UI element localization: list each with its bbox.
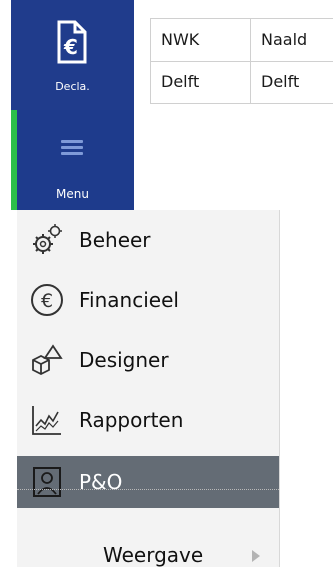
menu-separator bbox=[17, 489, 279, 490]
menu-item-label: Financieel bbox=[79, 288, 179, 312]
menu-item-rapporten[interactable]: Rapporten bbox=[17, 394, 279, 446]
table-row[interactable]: NWK Naald bbox=[150, 19, 333, 62]
nav-decla-label: Decla. bbox=[55, 80, 90, 93]
table-cell-code: NWK bbox=[150, 19, 251, 61]
table-cell-code: Delft bbox=[150, 61, 251, 103]
svg-text:€: € bbox=[63, 35, 78, 59]
main-menu-dropdown: Beheer € Financieel Designer Rapporten P bbox=[17, 210, 280, 567]
table-cell-name: Naald bbox=[261, 30, 308, 49]
gears-icon bbox=[33, 224, 62, 254]
menu-item-designer[interactable]: Designer bbox=[17, 334, 279, 386]
chevron-right-icon bbox=[252, 550, 260, 562]
menu-item-label: Beheer bbox=[79, 228, 151, 252]
svg-text:€: € bbox=[41, 290, 53, 312]
nav-decla-tile: € Decla. bbox=[11, 0, 134, 110]
nav-menu-label: Menu bbox=[56, 187, 89, 201]
shapes-icon bbox=[32, 344, 63, 376]
table-cell-name: Delft bbox=[261, 72, 300, 91]
menu-item-label: Rapporten bbox=[79, 408, 184, 432]
hamburger-icon bbox=[61, 140, 83, 156]
table-row[interactable]: Delft Delft bbox=[150, 61, 333, 104]
menu-item-financieel[interactable]: € Financieel bbox=[17, 274, 279, 326]
person-icon bbox=[33, 467, 61, 497]
menu-item-beheer[interactable]: Beheer bbox=[17, 214, 279, 266]
submenu-label: Weergave bbox=[103, 543, 204, 567]
nav-decla[interactable]: € Decla. bbox=[11, 0, 134, 110]
euro-circle-icon: € bbox=[31, 284, 63, 316]
euro-document-icon: € bbox=[57, 20, 87, 64]
menu-item-label: P&O bbox=[79, 470, 123, 494]
menu-item-label: Designer bbox=[79, 348, 169, 372]
chart-icon bbox=[32, 406, 61, 435]
menu-item-p-o[interactable]: P&O bbox=[17, 456, 279, 508]
nav-menu-button[interactable]: Menu bbox=[11, 110, 134, 210]
data-table: NWK Naald Delft Delft bbox=[150, 18, 333, 104]
